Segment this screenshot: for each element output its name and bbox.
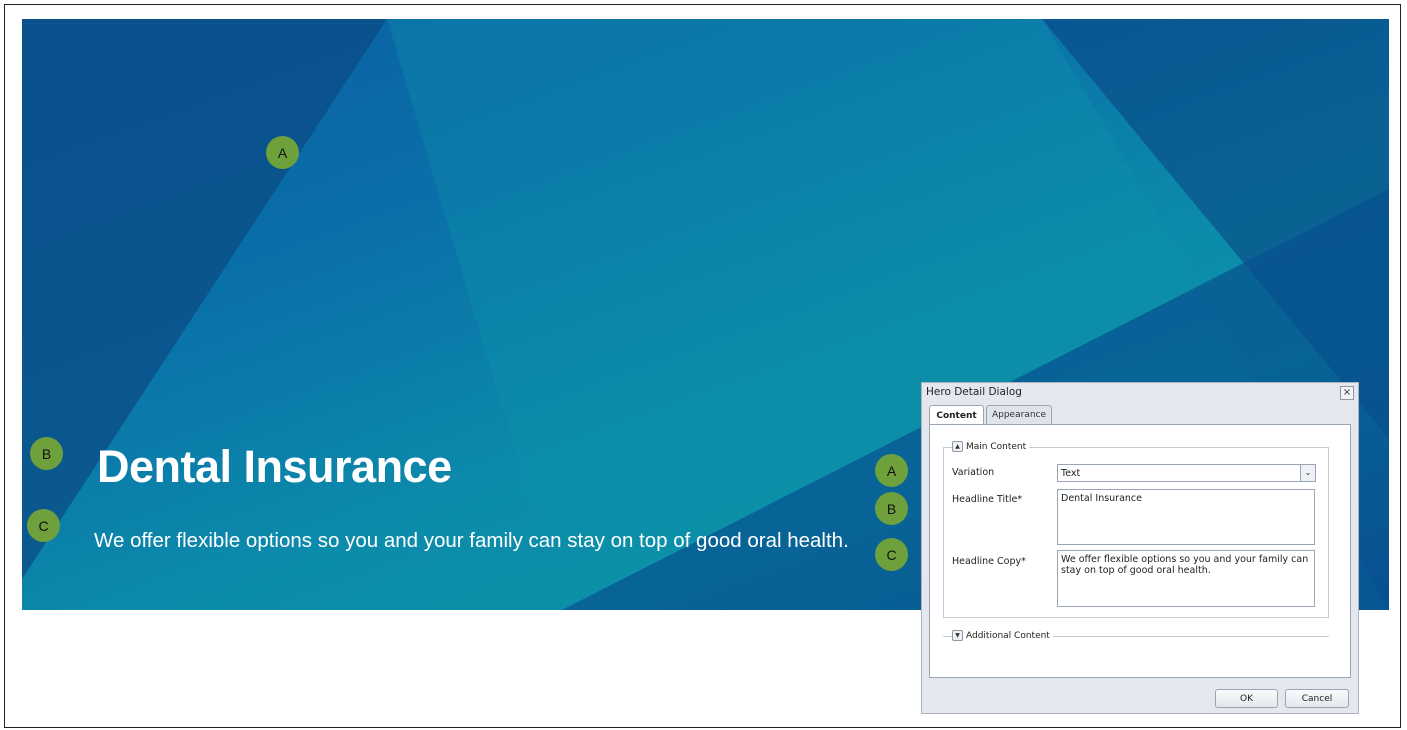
close-icon[interactable]: × bbox=[1340, 386, 1354, 400]
collapse-section-icon[interactable]: ▲ bbox=[952, 441, 963, 452]
variation-label: Variation bbox=[952, 467, 995, 478]
tab-content[interactable]: Content bbox=[929, 405, 984, 425]
chevron-down-icon[interactable]: ⌄ bbox=[1300, 465, 1315, 481]
cancel-button[interactable]: Cancel bbox=[1285, 689, 1349, 708]
marker-a-badge: A bbox=[266, 136, 299, 169]
headline-copy-field[interactable]: We offer flexible options so you and you… bbox=[1057, 550, 1315, 607]
hero-copy: We offer flexible options so you and you… bbox=[94, 529, 849, 552]
dialog-marker-a-badge: A bbox=[875, 454, 908, 487]
tab-appearance[interactable]: Appearance bbox=[986, 405, 1052, 424]
headline-copy-label: Headline Copy* bbox=[952, 556, 1026, 567]
content-panel: ▲ Main Content Variation Text ⌄ Headline… bbox=[929, 424, 1351, 678]
variation-select[interactable]: Text ⌄ bbox=[1057, 464, 1316, 482]
dialog-title: Hero Detail Dialog bbox=[926, 386, 1022, 398]
dialog-marker-c-badge: C bbox=[875, 538, 908, 571]
variation-value: Text bbox=[1061, 467, 1081, 479]
marker-c-badge: C bbox=[27, 509, 60, 542]
hero-detail-dialog: Hero Detail Dialog × Content Appearance … bbox=[921, 382, 1359, 714]
expand-section-icon[interactable]: ▼ bbox=[952, 630, 963, 641]
dialog-marker-b-badge: B bbox=[875, 492, 908, 525]
main-content-label: Main Content bbox=[966, 441, 1027, 452]
marker-b-badge: B bbox=[30, 437, 63, 470]
headline-title-label: Headline Title* bbox=[952, 494, 1023, 505]
ok-button[interactable]: OK bbox=[1215, 689, 1278, 708]
hero-dark-shape-left bbox=[22, 19, 387, 579]
hero-title: Dental Insurance bbox=[97, 441, 452, 492]
additional-content-legend[interactable]: ▼ Additional Content bbox=[952, 630, 1053, 641]
main-content-legend[interactable]: ▲ Main Content bbox=[952, 441, 1030, 452]
additional-content-label: Additional Content bbox=[966, 630, 1050, 641]
headline-title-field[interactable]: Dental Insurance bbox=[1057, 489, 1315, 545]
